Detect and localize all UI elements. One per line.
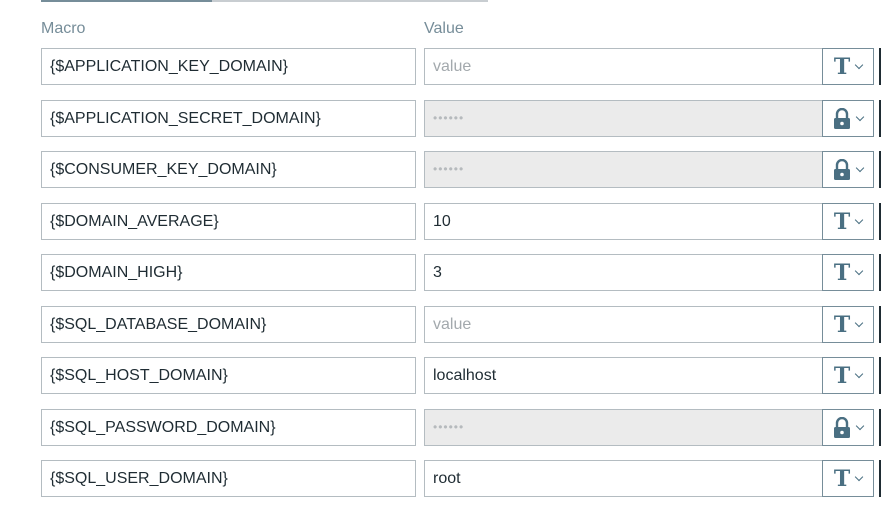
cropped-column-edge (879, 48, 881, 85)
value-type-dropdown-button[interactable]: T (822, 357, 874, 394)
macro-value-input[interactable]: 10 (424, 203, 823, 240)
macro-row: {$DOMAIN_HIGH} 3 T (0, 254, 882, 291)
macro-value-input[interactable]: value (424, 48, 823, 85)
value-type-dropdown-button[interactable]: T (822, 460, 874, 497)
secret-value-input[interactable]: •••••• (424, 409, 823, 446)
chevron-down-icon (854, 60, 864, 70)
macro-name-input[interactable]: {$DOMAIN_AVERAGE} (41, 203, 416, 240)
text-type-icon: T (833, 465, 851, 492)
macro-value-input[interactable]: 3 (424, 254, 823, 291)
macro-name-input[interactable]: {$APPLICATION_KEY_DOMAIN} (41, 48, 416, 85)
macro-row: {$SQL_DATABASE_DOMAIN} value T (0, 306, 882, 343)
chevron-down-icon (854, 215, 864, 225)
lock-icon (833, 158, 851, 181)
cropped-column-edge (879, 306, 881, 343)
macro-value-input[interactable]: value (424, 306, 823, 343)
macro-row: {$APPLICATION_SECRET_DOMAIN} •••••• (0, 100, 882, 137)
lock-icon (833, 107, 851, 130)
macro-row: {$SQL_USER_DOMAIN} root T (0, 460, 882, 497)
macro-name-input[interactable]: {$SQL_PASSWORD_DOMAIN} (41, 409, 416, 446)
value-type-dropdown-button[interactable]: T (822, 254, 874, 291)
macro-name-input[interactable]: {$CONSUMER_KEY_DOMAIN} (41, 151, 416, 188)
value-type-dropdown-button[interactable] (822, 100, 874, 137)
cropped-column-edge (879, 203, 881, 240)
cropped-column-edge (879, 357, 881, 394)
macro-row: {$SQL_HOST_DOMAIN} localhost T (0, 357, 882, 394)
chevron-down-icon (855, 112, 865, 122)
text-type-icon: T (833, 208, 851, 235)
value-type-dropdown-button[interactable] (822, 151, 874, 188)
chevron-down-icon (855, 421, 865, 431)
value-type-dropdown-button[interactable]: T (822, 203, 874, 240)
macro-value-input[interactable]: localhost (424, 357, 823, 394)
cropped-column-edge (879, 409, 881, 446)
value-type-dropdown-button[interactable]: T (822, 306, 874, 343)
lock-icon (833, 416, 851, 439)
secret-value-input[interactable]: •••••• (424, 151, 823, 188)
chevron-down-icon (855, 163, 865, 173)
macro-name-input[interactable]: {$APPLICATION_SECRET_DOMAIN} (41, 100, 416, 137)
text-type-icon: T (833, 362, 851, 389)
text-type-icon: T (833, 259, 851, 286)
cropped-column-edge (879, 100, 881, 137)
chevron-down-icon (854, 266, 864, 276)
active-tab-indicator (41, 0, 212, 2)
text-type-icon: T (833, 311, 851, 338)
macro-name-input[interactable]: {$SQL_USER_DOMAIN} (41, 460, 416, 497)
value-type-dropdown-button[interactable] (822, 409, 874, 446)
value-column-header: Value (424, 20, 464, 37)
chevron-down-icon (854, 318, 864, 328)
macro-column-header: Macro (41, 20, 86, 37)
cropped-column-edge (879, 460, 881, 497)
cropped-column-edge (879, 254, 881, 291)
macro-name-input[interactable]: {$DOMAIN_HIGH} (41, 254, 416, 291)
chevron-down-icon (854, 369, 864, 379)
value-type-dropdown-button[interactable]: T (822, 48, 874, 85)
macro-row: {$APPLICATION_KEY_DOMAIN} value T (0, 48, 882, 85)
secret-value-input[interactable]: •••••• (424, 100, 823, 137)
macro-name-input[interactable]: {$SQL_HOST_DOMAIN} (41, 357, 416, 394)
macro-value-input[interactable]: root (424, 460, 823, 497)
macro-row: {$SQL_PASSWORD_DOMAIN} •••••• (0, 409, 882, 446)
macro-row: {$CONSUMER_KEY_DOMAIN} •••••• (0, 151, 882, 188)
cropped-column-edge (879, 151, 881, 188)
text-type-icon: T (833, 53, 851, 80)
macro-name-input[interactable]: {$SQL_DATABASE_DOMAIN} (41, 306, 416, 343)
chevron-down-icon (854, 472, 864, 482)
macro-row: {$DOMAIN_AVERAGE} 10 T (0, 203, 882, 240)
